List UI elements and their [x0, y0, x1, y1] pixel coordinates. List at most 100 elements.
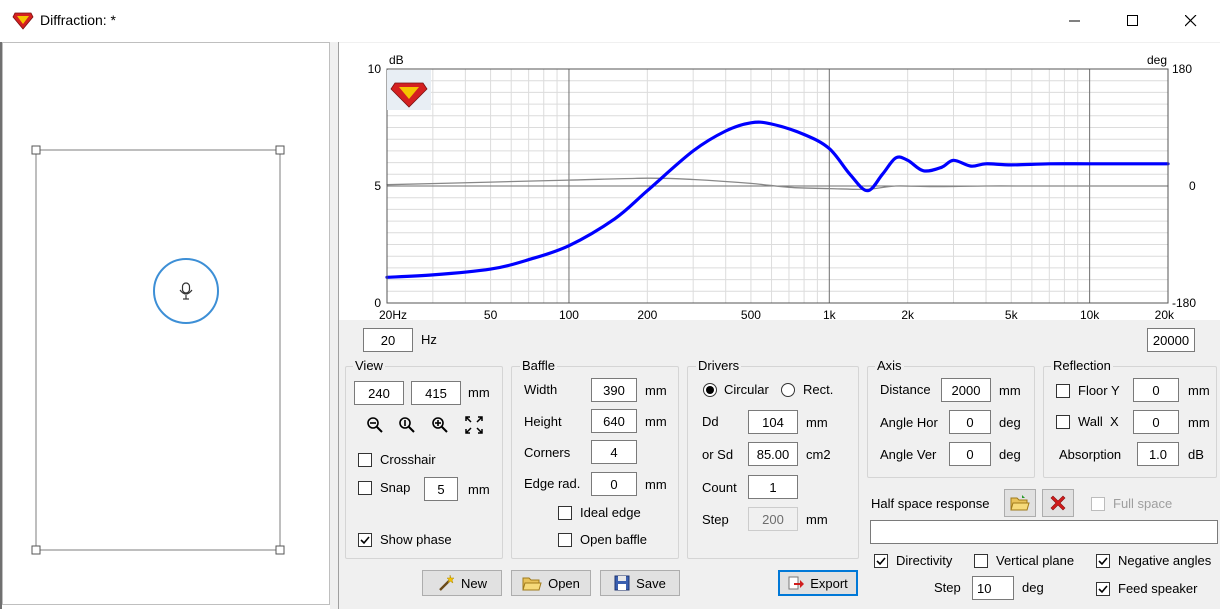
ideal-edge-checkbox[interactable] — [558, 506, 572, 520]
zoom-in-button[interactable] — [429, 414, 451, 436]
view-height-input[interactable]: 415 — [411, 381, 461, 405]
zoom-actual-icon — [399, 417, 415, 433]
check-icon — [1098, 585, 1108, 594]
half-space-label: Half space response — [871, 496, 990, 511]
freq-unit-label: Hz — [421, 332, 437, 347]
save-button[interactable]: Save — [600, 570, 680, 596]
directivity-step-input[interactable]: 10 — [972, 576, 1014, 600]
wall-unit: mm — [1188, 415, 1210, 430]
sd-unit: cm2 — [806, 447, 831, 462]
floor-input[interactable]: 0 — [1133, 378, 1179, 402]
show-phase-label: Show phase — [380, 532, 452, 547]
resize-handle-top-right[interactable] — [275, 145, 285, 155]
freq-max-input[interactable]: 20000 — [1147, 328, 1195, 352]
freq-min-input[interactable]: 20 — [363, 328, 413, 352]
frequency-response-graph[interactable]: 20Hz 50 100 200 500 1k 2k 5k 10k 20k dB deg 10 5 … — [339, 43, 1220, 320]
snap-unit-label: mm — [468, 482, 490, 497]
distance-input[interactable]: 2000 — [941, 378, 991, 402]
view-group-title: View — [353, 358, 385, 373]
negative-angles-checkbox[interactable] — [1096, 554, 1110, 568]
baffle-edge-input[interactable]: 0 — [591, 472, 637, 496]
export-icon — [788, 576, 805, 590]
export-button[interactable]: Export — [778, 570, 858, 596]
baffle-edge-unit: mm — [645, 477, 667, 492]
new-button-label: New — [460, 575, 487, 591]
zoom-fit-icon — [465, 416, 483, 434]
distance-label: Distance — [880, 382, 931, 397]
circular-label: Circular — [724, 382, 769, 397]
count-input[interactable]: 1 — [748, 475, 798, 499]
panel-splitter[interactable] — [330, 42, 338, 609]
full-space-label: Full space — [1113, 496, 1173, 511]
absorption-label: Absorption — [1059, 447, 1122, 462]
x-tick-label: 1k — [823, 308, 837, 320]
wall-checkbox[interactable] — [1056, 415, 1070, 429]
open-baffle-label: Open baffle — [580, 532, 647, 547]
driver-step-input[interactable]: 200 — [748, 507, 798, 531]
circular-radio[interactable] — [703, 383, 717, 397]
show-phase-checkbox[interactable] — [358, 533, 372, 547]
zoom-in-icon — [432, 417, 448, 433]
window-title: Diffraction: * — [40, 12, 116, 28]
distance-unit: mm — [999, 383, 1021, 398]
wall-label: Wall X — [1078, 414, 1119, 429]
feed-speaker-checkbox[interactable] — [1096, 582, 1110, 596]
reflection-group-title: Reflection — [1051, 358, 1113, 373]
floor-unit: mm — [1188, 383, 1210, 398]
zoom-out-button[interactable] — [364, 414, 386, 436]
view-width-input[interactable]: 240 — [354, 381, 404, 405]
snap-checkbox[interactable] — [358, 481, 372, 495]
close-button[interactable] — [1162, 0, 1220, 42]
check-icon — [876, 557, 886, 566]
snap-label: Snap — [380, 480, 411, 495]
open-baffle-checkbox[interactable] — [558, 533, 572, 547]
absorption-input[interactable]: 1.0 — [1137, 442, 1179, 466]
full-space-checkbox[interactable] — [1091, 497, 1105, 511]
half-space-file-input[interactable] — [870, 520, 1218, 544]
baffle-outline[interactable] — [30, 144, 286, 556]
y-left-tick-label: 0 — [374, 296, 381, 310]
y-left-tick-label: 5 — [374, 179, 381, 193]
open-button[interactable]: Open — [511, 570, 591, 596]
dd-label: Dd — [702, 414, 719, 429]
dd-input[interactable]: 104 — [748, 410, 798, 434]
minimize-button[interactable] — [1046, 0, 1104, 42]
wall-input[interactable]: 0 — [1133, 410, 1179, 434]
baffle-corners-label: Corners — [524, 445, 571, 460]
title-bar — [0, 0, 1220, 42]
y-left-tick-label: 10 — [368, 62, 382, 76]
ideal-edge-label: Ideal edge — [580, 505, 641, 520]
sd-input[interactable]: 85.00 — [748, 442, 798, 466]
crosshair-checkbox[interactable] — [358, 453, 372, 467]
baffle-edge-label: Edge rad. — [524, 476, 581, 491]
baffle-corners-input[interactable]: 4 — [591, 440, 637, 464]
floor-checkbox[interactable] — [1056, 384, 1070, 398]
check-icon — [360, 536, 370, 545]
driver-circle[interactable] — [151, 256, 221, 326]
drivers-group-title: Drivers — [696, 358, 742, 373]
vertical-plane-checkbox[interactable] — [974, 554, 988, 568]
directivity-step-label: Step — [934, 580, 961, 595]
half-space-clear-button[interactable] — [1042, 489, 1074, 517]
half-space-open-button[interactable] — [1004, 489, 1036, 517]
count-label: Count — [702, 480, 737, 495]
zoom-out-icon — [367, 417, 383, 433]
resize-handle-top-left[interactable] — [31, 145, 41, 155]
driver-step-unit: mm — [806, 512, 828, 527]
zoom-fit-button[interactable] — [463, 414, 485, 436]
rect-radio[interactable] — [781, 383, 795, 397]
baffle-height-input[interactable]: 640 — [591, 409, 637, 433]
angle-hor-input[interactable]: 0 — [949, 410, 991, 434]
baffle-width-input[interactable]: 390 — [591, 378, 637, 402]
resize-handle-bottom-left[interactable] — [31, 545, 41, 555]
check-icon — [1098, 557, 1108, 566]
snap-input[interactable]: 5 — [424, 477, 458, 501]
maximize-button[interactable] — [1104, 0, 1162, 42]
angle-hor-unit: deg — [999, 415, 1021, 430]
driver-step-label: Step — [702, 512, 729, 527]
resize-handle-bottom-right[interactable] — [275, 545, 285, 555]
new-button[interactable]: New — [422, 570, 502, 596]
zoom-actual-button[interactable] — [396, 414, 418, 436]
directivity-checkbox[interactable] — [874, 554, 888, 568]
angle-ver-input[interactable]: 0 — [949, 442, 991, 466]
